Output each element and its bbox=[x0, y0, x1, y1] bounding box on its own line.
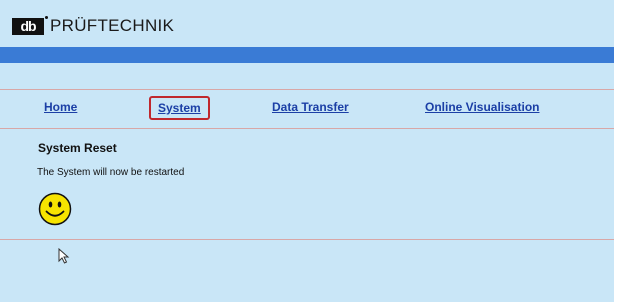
header-band bbox=[0, 47, 614, 63]
mouse-pointer-icon bbox=[58, 248, 70, 264]
page: db PRÜFTECHNIK Home System Data Transfer… bbox=[0, 0, 626, 302]
restart-message: The System will now be restarted bbox=[37, 167, 185, 178]
window-right-edge bbox=[614, 0, 626, 302]
logo-bar: db PRÜFTECHNIK bbox=[0, 0, 614, 47]
main-navigation: Home System Data Transfer Online Visuali… bbox=[0, 89, 614, 129]
nav-link-data-transfer[interactable]: Data Transfer bbox=[272, 100, 349, 114]
content-divider bbox=[0, 239, 614, 240]
brand-logo: db PRÜFTECHNIK bbox=[12, 15, 175, 36]
nav-link-system[interactable]: System bbox=[149, 96, 210, 120]
smiley-face-icon bbox=[38, 192, 72, 226]
nav-link-online-visualisation[interactable]: Online Visualisation bbox=[425, 100, 539, 114]
logo-text: PRÜFTECHNIK bbox=[50, 16, 175, 35]
logo-mark-icon: db bbox=[12, 15, 48, 35]
section-title: System Reset bbox=[38, 141, 117, 155]
nav-link-home[interactable]: Home bbox=[44, 100, 77, 114]
